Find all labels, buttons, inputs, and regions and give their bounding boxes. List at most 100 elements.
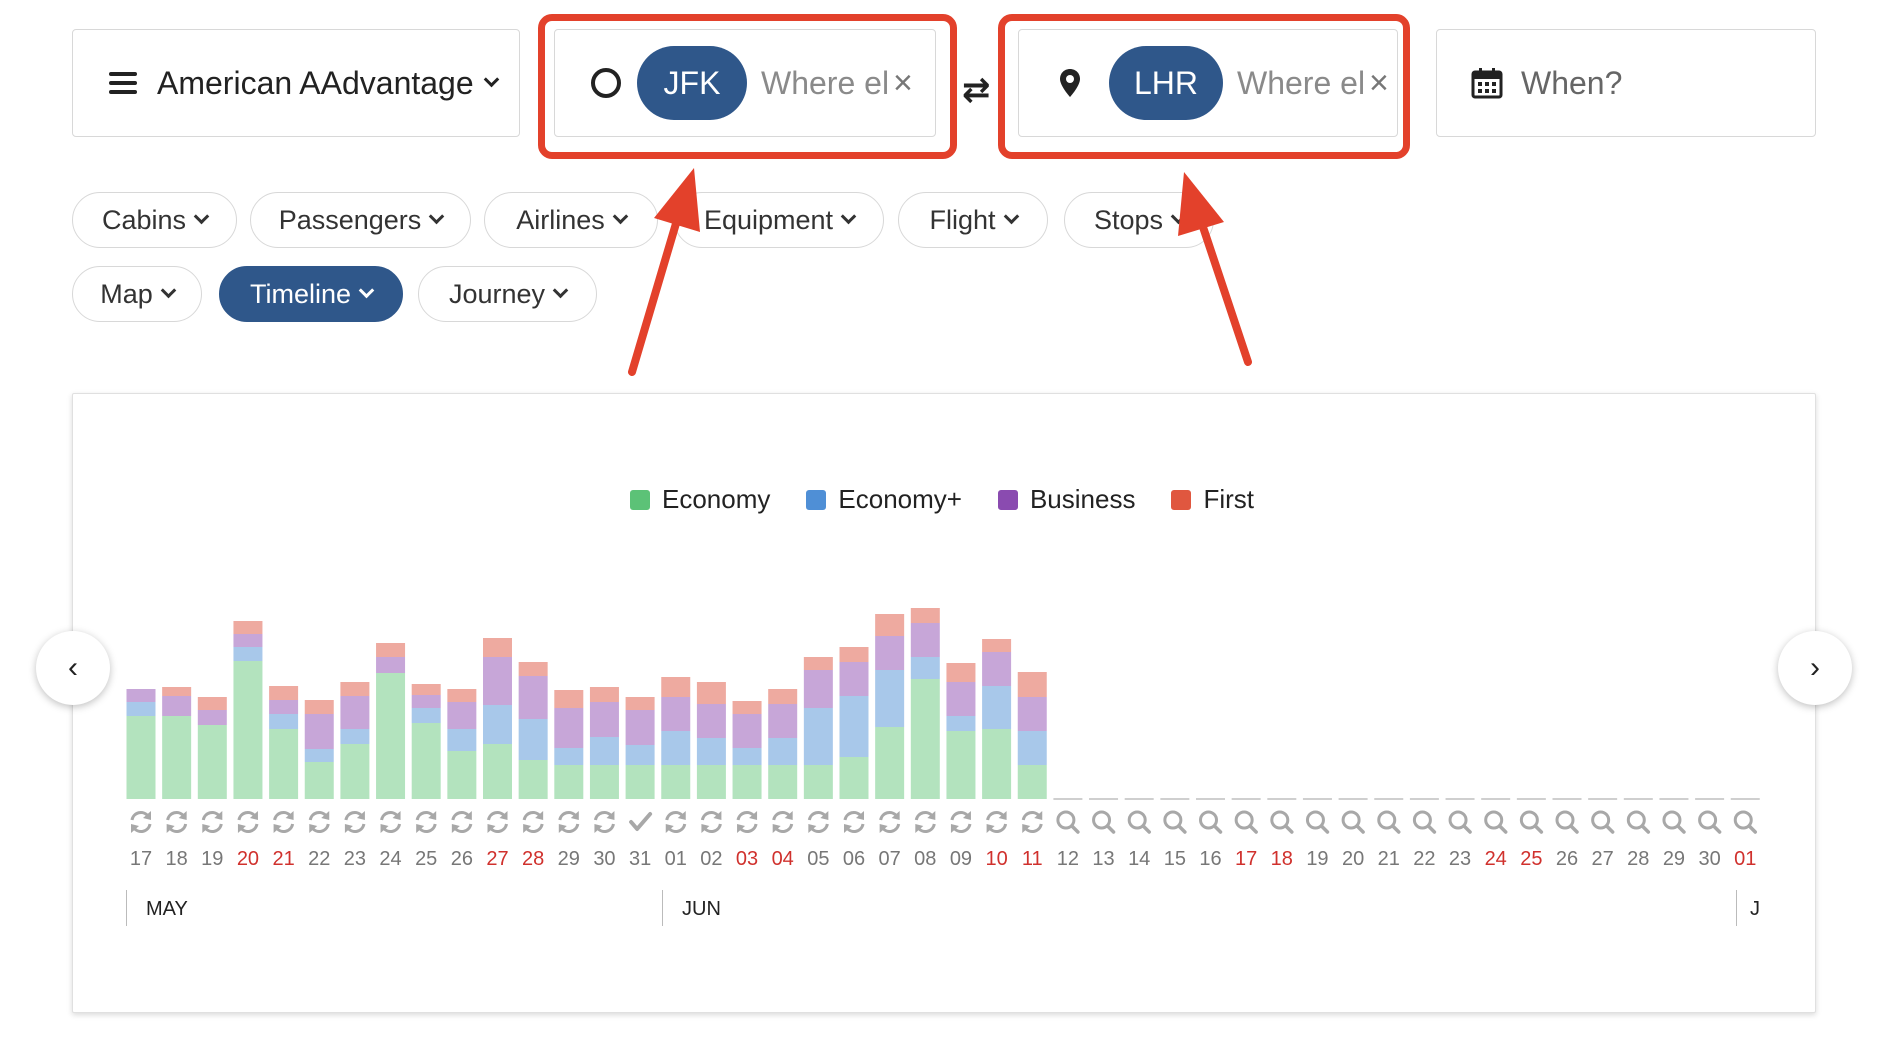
day-column[interactable]: 11 [1017, 672, 1047, 870]
day-column[interactable]: 28 [1623, 798, 1653, 870]
refresh-icon[interactable] [522, 811, 544, 833]
refresh-icon[interactable] [700, 811, 722, 833]
day-column[interactable]: 15 [1160, 798, 1190, 870]
search-icon[interactable] [1698, 810, 1722, 834]
day-column[interactable]: 29 [554, 690, 584, 870]
refresh-icon[interactable] [201, 811, 223, 833]
day-column[interactable]: 21 [269, 686, 299, 870]
day-column[interactable]: 03 [732, 701, 762, 870]
refresh-icon[interactable] [166, 811, 188, 833]
refresh-icon[interactable] [487, 811, 508, 833]
day-column[interactable]: 05 [803, 657, 833, 870]
day-column[interactable]: 04 [768, 689, 798, 870]
day-column[interactable]: 02 [696, 682, 726, 870]
refresh-icon[interactable] [273, 811, 295, 833]
refresh-icon[interactable] [914, 811, 936, 833]
day-column[interactable]: 09 [946, 663, 976, 870]
search-icon[interactable] [1377, 810, 1401, 834]
day-column[interactable]: 07 [875, 614, 905, 870]
day-column[interactable]: 10 [982, 639, 1012, 870]
day-column[interactable]: 26 [1552, 798, 1582, 870]
search-icon[interactable] [1127, 810, 1151, 834]
day-column[interactable]: 20 [233, 621, 263, 870]
day-column[interactable]: 06 [839, 647, 869, 870]
search-icon[interactable] [1341, 810, 1365, 834]
search-icon[interactable] [1733, 810, 1757, 834]
day-column[interactable]: 08 [910, 608, 940, 870]
search-icon[interactable] [1412, 810, 1437, 834]
bar-segment-economy [625, 765, 655, 799]
day-label: 20 [1342, 848, 1364, 870]
day-column[interactable]: 21 [1374, 798, 1404, 870]
refresh-icon[interactable] [130, 811, 152, 833]
day-column[interactable]: 24 [1481, 798, 1511, 870]
refresh-icon[interactable] [308, 811, 330, 833]
refresh-icon[interactable] [344, 811, 366, 833]
search-icon[interactable] [1626, 810, 1651, 834]
day-column[interactable]: 19 [1302, 798, 1332, 870]
search-icon[interactable] [1591, 810, 1615, 834]
refresh-icon[interactable] [843, 811, 865, 833]
bar-segment-economy [126, 716, 156, 799]
bar-segment-economy [803, 765, 833, 799]
refresh-icon[interactable] [1021, 811, 1043, 833]
refresh-icon[interactable] [665, 811, 687, 833]
day-column[interactable]: 30 [1695, 798, 1725, 870]
day-column[interactable]: 29 [1659, 798, 1689, 870]
refresh-icon[interactable] [415, 811, 437, 833]
day-column[interactable]: 23 [1445, 798, 1475, 870]
search-icon[interactable] [1555, 810, 1579, 834]
day-column[interactable]: 28 [518, 662, 548, 870]
refresh-icon[interactable] [879, 811, 901, 833]
refresh-icon[interactable] [736, 811, 758, 833]
refresh-icon[interactable] [451, 811, 473, 833]
day-column[interactable]: 17 [1231, 798, 1261, 870]
refresh-icon[interactable] [950, 811, 972, 833]
bar-segment-economy-plus [910, 657, 940, 679]
refresh-icon[interactable] [558, 811, 580, 833]
refresh-icon[interactable] [593, 811, 615, 833]
day-column[interactable]: 25 [411, 684, 441, 870]
search-icon[interactable] [1448, 810, 1472, 834]
search-icon[interactable] [1092, 810, 1116, 834]
search-icon[interactable] [1519, 810, 1544, 834]
day-column[interactable]: 16 [1196, 798, 1225, 870]
day-column[interactable]: 25 [1516, 798, 1546, 870]
search-icon[interactable] [1199, 810, 1223, 834]
day-column[interactable]: 01 [661, 677, 691, 870]
day-column[interactable]: 31 [625, 697, 655, 870]
day-column[interactable]: 19 [197, 697, 227, 870]
refresh-icon[interactable] [380, 811, 402, 833]
timeline-chart: 17 18 19 20 21 22 23 24 25 26 27 28 29 30 31 01 02 03 04 05… [126, 608, 1760, 870]
day-column[interactable]: 24 [376, 643, 406, 870]
bar-segment-business [803, 670, 833, 708]
day-column[interactable]: 12 [1053, 798, 1083, 870]
day-column[interactable]: 17 [126, 689, 156, 870]
search-icon[interactable] [1163, 810, 1187, 834]
search-icon[interactable] [1056, 810, 1080, 834]
day-column[interactable]: 13 [1089, 798, 1119, 870]
day-column[interactable]: 27 [483, 638, 512, 870]
search-icon[interactable] [1662, 810, 1686, 834]
day-column[interactable]: 26 [447, 689, 477, 870]
refresh-icon[interactable] [772, 811, 794, 833]
refresh-icon[interactable] [986, 811, 1008, 833]
refresh-icon[interactable] [237, 811, 259, 833]
day-column[interactable]: 20 [1338, 798, 1368, 870]
day-column[interactable]: 22 [304, 700, 334, 870]
day-column[interactable]: 23 [340, 682, 370, 870]
search-icon[interactable] [1484, 810, 1508, 834]
day-column[interactable]: 18 [162, 687, 192, 870]
day-column[interactable]: 27 [1588, 798, 1618, 870]
day-column[interactable]: 30 [589, 687, 619, 870]
day-column[interactable]: 01 [1730, 798, 1760, 870]
search-icon[interactable] [1270, 810, 1294, 834]
day-column[interactable]: 18 [1267, 798, 1297, 870]
search-icon[interactable] [1305, 810, 1330, 834]
next-arrow-button[interactable]: › [1778, 631, 1852, 705]
prev-arrow-button[interactable]: ‹ [36, 631, 110, 705]
day-column[interactable]: 22 [1409, 798, 1439, 870]
refresh-icon[interactable] [807, 811, 829, 833]
day-column[interactable]: 14 [1124, 798, 1154, 870]
search-icon[interactable] [1234, 810, 1258, 834]
